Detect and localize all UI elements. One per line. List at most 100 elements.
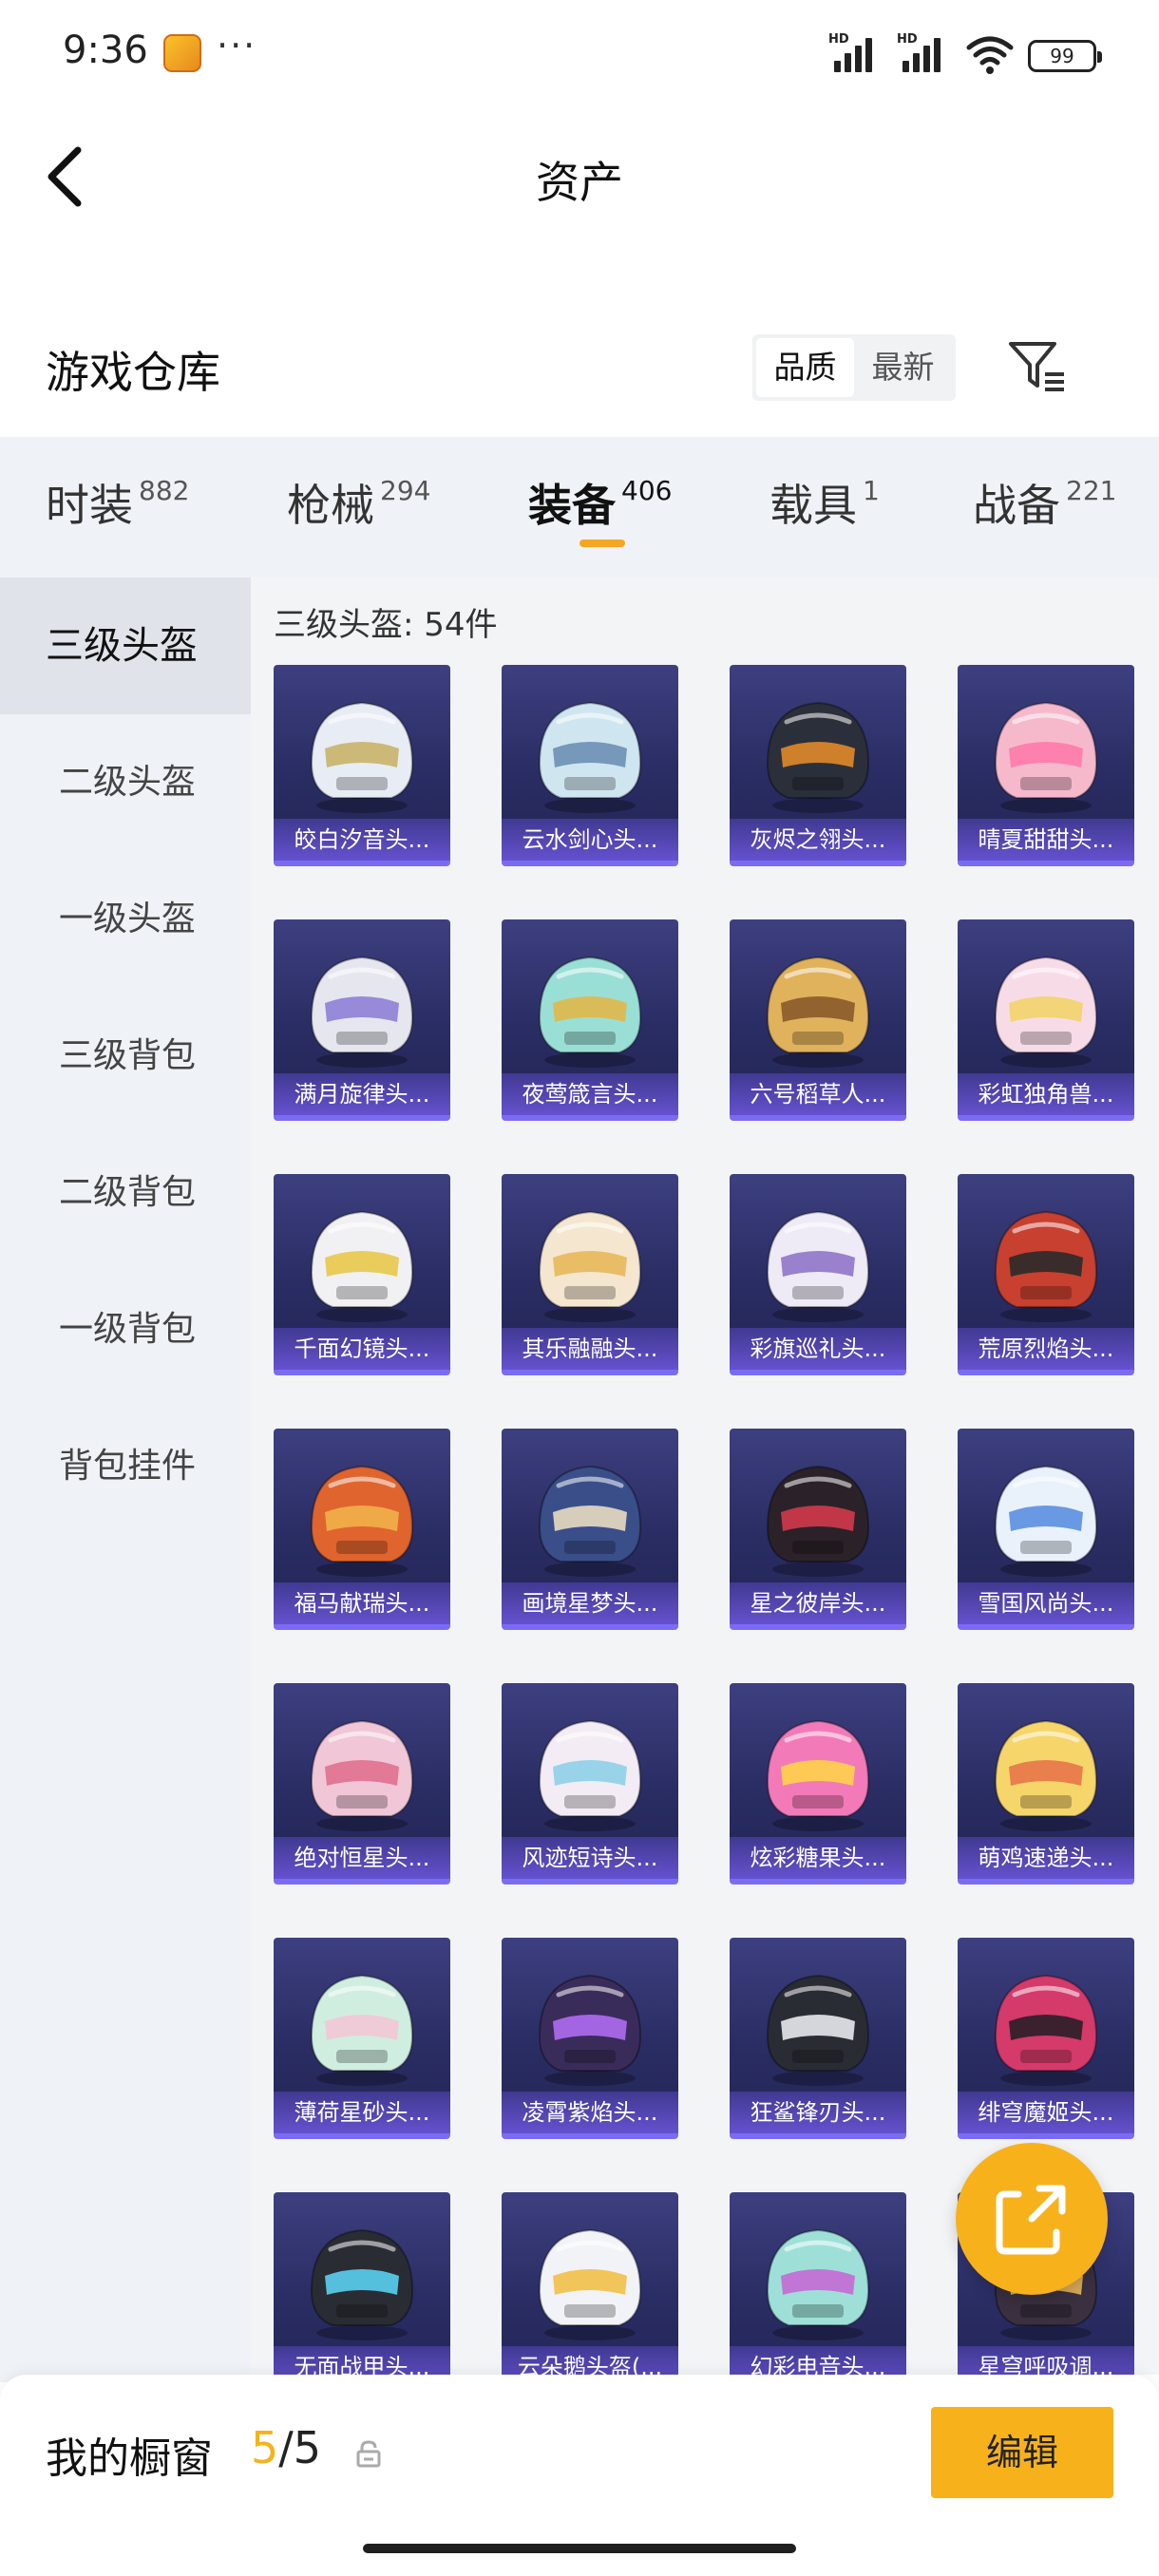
helmet-icon xyxy=(766,1719,870,1831)
sidebar-item-level2-backpack[interactable]: 二级背包 xyxy=(0,1125,251,1261)
lock-icon xyxy=(356,2440,381,2468)
item-name: 绝对恒星头... xyxy=(274,1837,450,1879)
helmet-icon xyxy=(994,1719,1098,1831)
helmet-icon xyxy=(538,1465,642,1577)
helmet-item-card[interactable]: 夜莺箴言头... xyxy=(502,919,678,1121)
helmet-item-card[interactable]: 荒原烈焰头... xyxy=(958,1174,1134,1375)
section-title: 游戏仓库 xyxy=(46,347,220,398)
tab-vehicles[interactable]: 载具 1 xyxy=(770,471,880,534)
helmet-item-card[interactable]: 画境星梦头... xyxy=(502,1429,678,1630)
helmet-icon xyxy=(310,1719,414,1831)
showcase-label: 我的橱窗 xyxy=(46,2434,213,2483)
helmet-item-card[interactable]: 雪国风尚头... xyxy=(958,1429,1134,1630)
helmet-item-card[interactable]: 云朵鹅头盔(... xyxy=(502,2192,678,2375)
item-name: 云水剑心头... xyxy=(502,819,678,861)
page-title: 资产 xyxy=(536,157,623,208)
sidebar-item-level1-backpack[interactable]: 一级背包 xyxy=(0,1261,251,1398)
item-name: 雪国风尚头... xyxy=(958,1582,1134,1624)
helmet-item-card[interactable]: 六号稻草人... xyxy=(730,919,906,1121)
item-name: 彩虹独角兽... xyxy=(958,1073,1134,1115)
item-name: 云朵鹅头盔(... xyxy=(502,2346,678,2375)
item-name: 六号稻草人... xyxy=(730,1073,906,1115)
item-name: 绯穹魔姬头... xyxy=(958,2092,1134,2133)
item-name: 灰烬之翎头... xyxy=(730,819,906,861)
helmet-item-card[interactable]: 其乐融融头... xyxy=(502,1174,678,1375)
sidebar-item-level1-helmet[interactable]: 一级头盔 xyxy=(0,851,251,988)
helmet-item-card[interactable]: 皎白汐音头... xyxy=(274,665,450,866)
item-name: 幻彩电音头... xyxy=(730,2346,906,2375)
sidebar-item-level3-backpack[interactable]: 三级背包 xyxy=(0,988,251,1125)
item-name: 彩旗巡礼头... xyxy=(730,1328,906,1370)
helmet-icon xyxy=(766,2228,870,2340)
helmet-icon xyxy=(310,701,414,813)
item-name: 星穹呼吸调... xyxy=(958,2346,1134,2375)
sort-quality-button[interactable]: 品质 xyxy=(756,338,854,397)
helmet-item-card[interactable]: 绝对恒星头... xyxy=(274,1683,450,1885)
helmet-icon xyxy=(994,701,1098,813)
item-name: 薄荷星砂头... xyxy=(274,2092,450,2133)
item-name: 星之彼岸头... xyxy=(730,1582,906,1624)
share-button[interactable] xyxy=(956,2143,1108,2295)
subcategory-sidebar: 三级头盔 二级头盔 一级头盔 三级背包 二级背包 一级背包 背包挂件 xyxy=(0,578,251,2382)
item-name: 其乐融融头... xyxy=(502,1328,678,1370)
helmet-item-card[interactable]: 彩旗巡礼头... xyxy=(730,1174,906,1375)
helmet-item-card[interactable]: 无面战甲头... xyxy=(274,2192,450,2375)
sidebar-item-level3-helmet[interactable]: 三级头盔 xyxy=(0,578,251,714)
item-grid-panel: 三级头盔: 54件 皎白汐音头... 云水剑心头... 灰烬之翎头... 晴夏甜甜头.… xyxy=(251,578,1159,2375)
helmet-icon xyxy=(994,1974,1098,2086)
helmet-icon xyxy=(766,1210,870,1322)
helmet-icon xyxy=(310,956,414,1068)
edit-button[interactable]: 编辑 xyxy=(931,2407,1113,2498)
category-tabs: 时装 882 枪械 294 装备 406 载具 1 战备 221 xyxy=(0,437,1159,578)
status-bar: 9:36 ··· HD HD 99 xyxy=(0,0,1159,104)
helmet-item-card[interactable]: 狂鲨锋刃头... xyxy=(730,1938,906,2139)
more-notifications-icon: ··· xyxy=(217,25,257,66)
helmet-item-card[interactable]: 灰烬之翎头... xyxy=(730,665,906,866)
helmet-icon xyxy=(538,2228,642,2340)
item-grid: 皎白汐音头... 云水剑心头... 灰烬之翎头... 晴夏甜甜头... 满月旋律头...… xyxy=(274,665,1134,2375)
item-name: 千面幻镜头... xyxy=(274,1328,450,1370)
sort-newest-button[interactable]: 最新 xyxy=(854,338,952,397)
item-name: 凌霄紫焰头... xyxy=(502,2092,678,2133)
helmet-item-card[interactable]: 云水剑心头... xyxy=(502,665,678,866)
item-name: 福马献瑞头... xyxy=(274,1582,450,1624)
helmet-item-card[interactable]: 彩虹独角兽... xyxy=(958,919,1134,1121)
item-name: 风迹短诗头... xyxy=(502,1837,678,1879)
helmet-item-card[interactable]: 风迹短诗头... xyxy=(502,1683,678,1885)
helmet-item-card[interactable]: 薄荷星砂头... xyxy=(274,1938,450,2139)
item-name: 画境星梦头... xyxy=(502,1582,678,1624)
helmet-icon xyxy=(538,1719,642,1831)
helmet-item-card[interactable]: 晴夏甜甜头... xyxy=(958,665,1134,866)
helmet-item-card[interactable]: 绯穹魔姬头... xyxy=(958,1938,1134,2139)
signal-icon-1: HD xyxy=(828,32,884,76)
helmet-item-card[interactable]: 满月旋律头... xyxy=(274,919,450,1121)
helmet-icon xyxy=(994,1465,1098,1577)
sidebar-item-backpack-charm[interactable]: 背包挂件 xyxy=(0,1398,251,1535)
sidebar-item-level2-helmet[interactable]: 二级头盔 xyxy=(0,714,251,851)
helmet-icon xyxy=(994,956,1098,1068)
tab-equipment[interactable]: 装备 406 xyxy=(528,471,672,534)
item-name: 荒原烈焰头... xyxy=(958,1328,1134,1370)
share-external-icon xyxy=(996,2185,1066,2255)
active-tab-indicator xyxy=(580,540,625,547)
item-name: 狂鲨锋刃头... xyxy=(730,2092,906,2133)
helmet-item-card[interactable]: 炫彩糖果头... xyxy=(730,1683,906,1885)
wifi-icon xyxy=(966,36,1014,74)
tab-fashion[interactable]: 时装 882 xyxy=(46,471,189,534)
helmet-icon xyxy=(310,1465,414,1577)
filter-icon[interactable] xyxy=(1007,338,1068,395)
helmet-item-card[interactable]: 福马献瑞头... xyxy=(274,1429,450,1630)
helmet-item-card[interactable]: 凌霄紫焰头... xyxy=(502,1938,678,2139)
helmet-item-card[interactable]: 星之彼岸头... xyxy=(730,1429,906,1630)
tab-weapons[interactable]: 枪械 294 xyxy=(287,471,430,534)
helmet-item-card[interactable]: 幻彩电音头... xyxy=(730,2192,906,2375)
helmet-item-card[interactable]: 千面幻镜头... xyxy=(274,1174,450,1375)
showcase-count: 5/5 xyxy=(251,2422,322,2473)
sort-toggle: 品质 最新 xyxy=(752,334,956,401)
tab-supplies[interactable]: 战备 221 xyxy=(973,471,1116,534)
item-name: 夜莺箴言头... xyxy=(502,1073,678,1115)
battery-icon: 99 xyxy=(1028,40,1102,72)
helmet-icon xyxy=(766,701,870,813)
helmet-item-card[interactable]: 萌鸡速递头... xyxy=(958,1683,1134,1885)
helmet-icon xyxy=(538,701,642,813)
